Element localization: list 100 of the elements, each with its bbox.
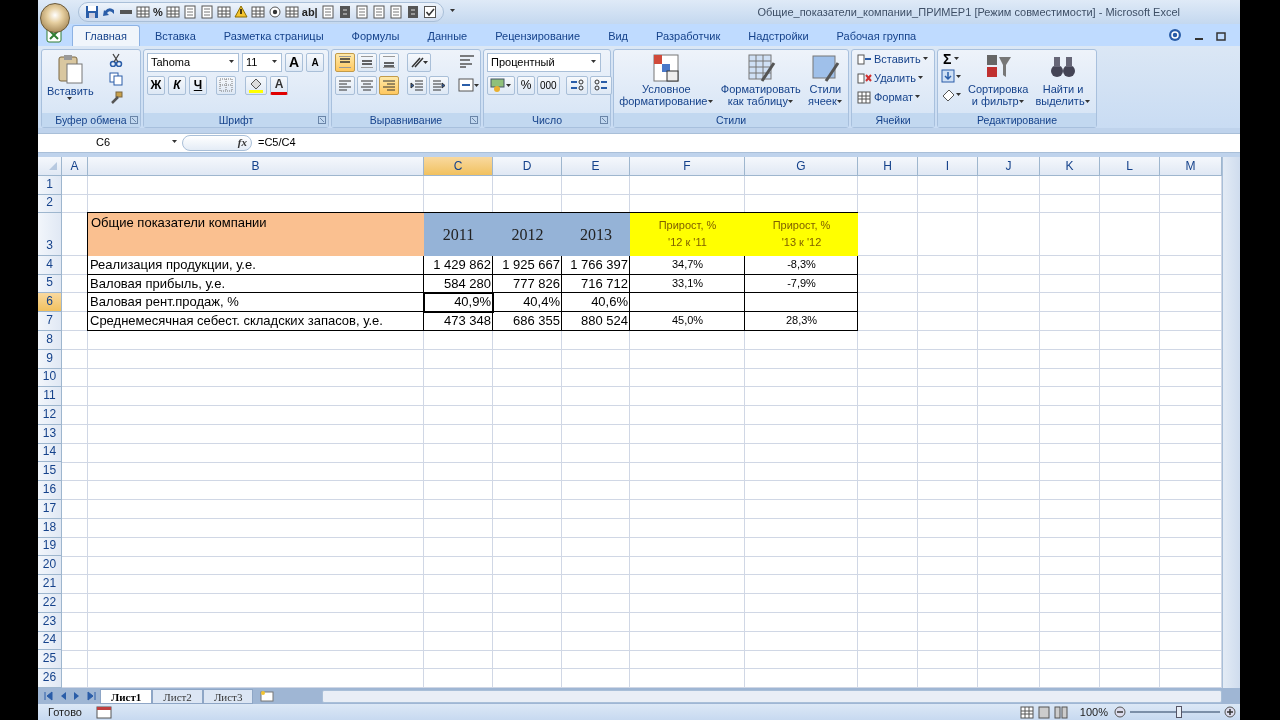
table-cell[interactable]: 2013	[562, 212, 630, 256]
table-icon[interactable]	[136, 5, 150, 19]
sheet-nav-icon[interactable]	[86, 691, 96, 702]
checkbox-icon[interactable]	[422, 5, 437, 19]
horizontal-scrollbar[interactable]	[322, 689, 1222, 703]
zoom-slider-thumb[interactable]	[1176, 706, 1183, 718]
number-format-field[interactable]: Процентный	[487, 52, 601, 72]
column-header[interactable]: D	[493, 156, 562, 176]
column-header[interactable]: H	[858, 156, 918, 176]
bottom-align-button[interactable]	[379, 52, 399, 72]
row-header[interactable]: 12	[38, 406, 62, 425]
column-header[interactable]: E	[562, 156, 630, 176]
middle-align-button[interactable]	[357, 52, 377, 72]
fill-down-icon[interactable]	[941, 68, 963, 83]
fill-color-button[interactable]	[245, 75, 267, 95]
table-cell[interactable]: 716 712	[562, 274, 630, 294]
font-size-field[interactable]: 11	[242, 52, 282, 72]
table-cell[interactable]: Среднемесячная себест. складских запасов, у.е.	[88, 312, 424, 331]
ribbon-tab[interactable]: Рабочая группа	[823, 24, 930, 46]
table-cell[interactable]: -7,9%	[745, 274, 858, 294]
column-header[interactable]: C	[424, 156, 493, 176]
row-header[interactable]: 25	[38, 650, 62, 670]
table-cell[interactable]: 777 826	[493, 274, 562, 294]
scissors-icon[interactable]	[108, 52, 123, 67]
sheet-tab[interactable]: Лист2	[152, 688, 203, 704]
wrap-text-icon[interactable]	[458, 52, 476, 69]
table-cell[interactable]: Общие показатели компании	[88, 212, 424, 256]
table-cell[interactable]: Прирост, % '13 к '12	[745, 212, 858, 256]
vertical-scrollbar[interactable]	[1222, 156, 1240, 689]
shrink-font-button[interactable]: A	[306, 52, 324, 72]
bold-button[interactable]: Ж	[147, 75, 165, 95]
zoom-level[interactable]: 100%	[1079, 703, 1108, 720]
sheet-nav-icon[interactable]	[44, 691, 54, 702]
table-cell[interactable]: Валовая рент.продаж, %	[88, 293, 424, 313]
ribbon-tab[interactable]: Формулы	[338, 24, 413, 46]
orientation-button[interactable]	[407, 52, 431, 72]
ribbon-tab[interactable]: Данные	[414, 24, 481, 46]
help-icon[interactable]	[1168, 27, 1182, 42]
document-icon[interactable]	[388, 5, 403, 19]
table-cell[interactable]: 40,6%	[562, 293, 630, 313]
autosum-button[interactable]: Σ	[941, 52, 963, 65]
ribbon-tab[interactable]: Рецензирование	[482, 24, 594, 46]
decrease-decimal-button[interactable]	[589, 75, 612, 95]
dialog-launcher-icon[interactable]	[130, 115, 138, 124]
page-layout-icon[interactable]	[1036, 705, 1051, 719]
table-cell[interactable]: 28,3%	[745, 312, 858, 331]
table-icon[interactable]	[250, 5, 265, 19]
column-header[interactable]: K	[1040, 156, 1100, 176]
table-cell[interactable]: 2012	[493, 212, 562, 256]
row-header[interactable]: 22	[38, 594, 62, 613]
ribbon-tab[interactable]: Разработчик	[643, 24, 734, 46]
row-header[interactable]: 6	[38, 293, 62, 313]
ribbon-button[interactable]: Найти и выделить	[1033, 52, 1093, 107]
font-name-field[interactable]: Tahoma	[147, 52, 239, 72]
document-icon[interactable]	[182, 5, 197, 19]
column-header[interactable]: F	[630, 156, 745, 176]
column-header[interactable]: B	[88, 156, 424, 176]
ribbon-tab[interactable]: Разметка страницы	[210, 24, 337, 46]
ribbon-button[interactable]: Вставить	[855, 52, 931, 66]
save-icon[interactable]	[85, 5, 99, 19]
increase-decimal-button[interactable]	[565, 75, 588, 95]
document-icon[interactable]	[199, 5, 214, 19]
grow-font-button[interactable]: A	[285, 52, 303, 72]
column-header[interactable]: I	[918, 156, 978, 176]
zoom-in-icon[interactable]	[1224, 706, 1236, 718]
paste-button[interactable]: Вставить	[45, 52, 96, 101]
right-align-button[interactable]	[379, 75, 399, 95]
macro-record-icon[interactable]	[95, 705, 112, 719]
normal-view-icon[interactable]	[1019, 705, 1034, 719]
borders-button[interactable]	[216, 75, 236, 95]
table-cell[interactable]: 1 766 397	[562, 255, 630, 275]
ribbon-tab[interactable]: Главная	[72, 24, 140, 46]
dialog-launcher-icon[interactable]	[600, 115, 608, 124]
undo-icon[interactable]	[102, 5, 116, 19]
box-icon[interactable]	[337, 5, 352, 19]
ribbon-tab[interactable]: Надстройки	[735, 24, 822, 46]
thousands-button[interactable]: 000	[537, 75, 560, 95]
restore-icon[interactable]	[1216, 30, 1226, 41]
row-header[interactable]: 21	[38, 575, 62, 595]
ribbon-button[interactable]: Форматировать как таблицу	[718, 52, 803, 107]
ribbon-button[interactable]: Сортировка и фильтр	[966, 52, 1031, 107]
box-icon[interactable]	[405, 5, 420, 19]
ribbon-tab[interactable]: Вставка	[141, 24, 209, 46]
left-align-button[interactable]	[335, 75, 355, 95]
column-header[interactable]: L	[1100, 156, 1160, 176]
decrease-indent-button[interactable]	[407, 75, 427, 95]
row-header[interactable]: 7	[38, 312, 62, 331]
increase-indent-button[interactable]	[429, 75, 449, 95]
table-cell[interactable]: 33,1%	[630, 274, 745, 294]
table-icon[interactable]	[165, 5, 180, 19]
row-header[interactable]: 15	[38, 462, 62, 482]
column-header[interactable]: M	[1160, 156, 1222, 176]
toolbar-label[interactable]: ab|	[301, 3, 318, 21]
top-align-button[interactable]	[335, 52, 355, 72]
table-icon[interactable]	[284, 5, 299, 19]
ribbon-button[interactable]: Формат	[855, 90, 931, 104]
office-button[interactable]	[40, 3, 70, 33]
sheet-tab[interactable]: Лист3	[202, 688, 254, 704]
table-cell[interactable]: 40,9%	[424, 293, 493, 313]
percent-button[interactable]: %	[517, 75, 535, 95]
